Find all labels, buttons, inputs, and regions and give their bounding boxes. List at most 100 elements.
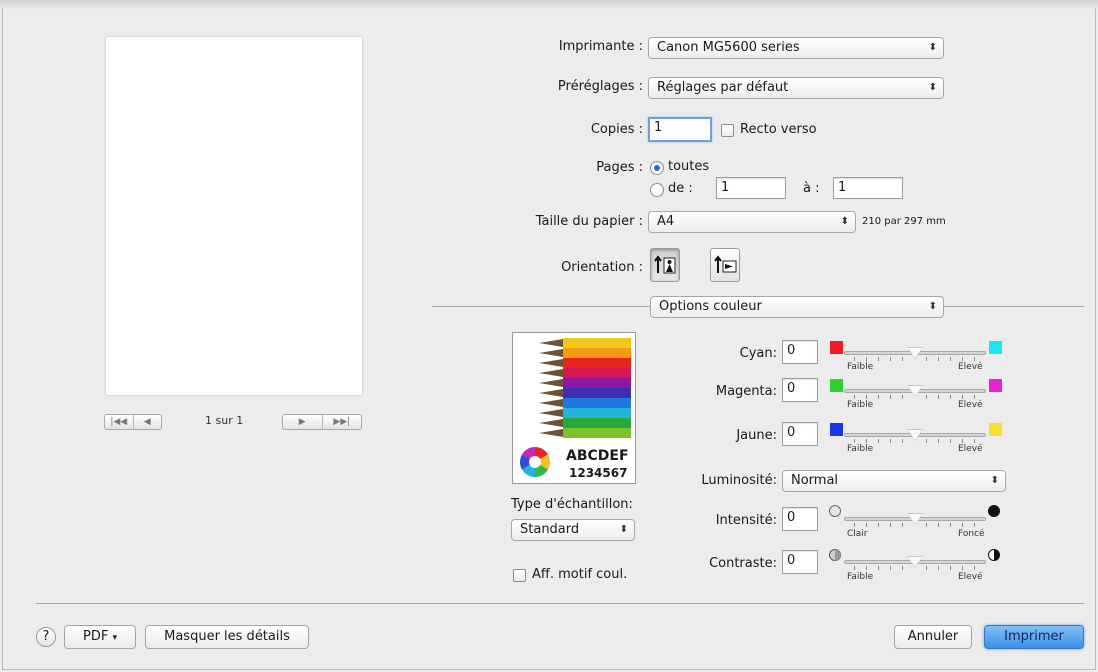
orientation-portrait-button[interactable]: [650, 248, 680, 282]
contrast-low-caption: Faible: [847, 572, 874, 582]
print-preview: [106, 37, 362, 395]
magenta-slider[interactable]: [844, 385, 986, 399]
page-indicator: 1 sur 1: [205, 414, 244, 427]
help-button[interactable]: ?: [36, 627, 56, 647]
yellow-low-swatch: [830, 423, 843, 436]
pages-to-label: à :: [803, 181, 820, 196]
paper-size-value: A4: [657, 214, 675, 229]
pages-range-radio[interactable]: [650, 183, 664, 197]
show-pattern-label: Aff. motif coul.: [532, 567, 628, 582]
pages-from-field[interactable]: 1: [716, 177, 786, 199]
yellow-high-caption: Elevé: [958, 444, 983, 454]
sample-type-label: Type d'échantillon:: [511, 497, 633, 512]
preview-nav-back: |◀◀ ◀: [104, 414, 162, 430]
dark-circle-icon: [988, 505, 1000, 517]
high-contrast-icon: [988, 549, 1000, 561]
brightness-select[interactable]: Normal ⬍: [782, 470, 1006, 492]
yellow-high-swatch: [989, 423, 1002, 436]
orientation-label: Orientation: [480, 260, 643, 275]
chevron-down-icon: ▾: [112, 633, 117, 643]
slider-thumb[interactable]: [907, 556, 923, 568]
next-page-button[interactable]: ▶: [283, 415, 322, 429]
cyan-label: Cyan:: [739, 346, 777, 361]
section-value: Options couleur: [659, 299, 762, 314]
magenta-field[interactable]: 0: [782, 378, 818, 402]
copies-field[interactable]: 1: [648, 117, 712, 142]
section-select[interactable]: Options couleur ⬍: [650, 296, 944, 318]
help-icon: ?: [42, 629, 50, 644]
intensity-field[interactable]: 0: [782, 507, 818, 531]
landscape-icon: [714, 255, 737, 273]
intensity-label: Intensité:: [715, 513, 777, 528]
intensity-slider[interactable]: [844, 513, 986, 527]
hide-details-button[interactable]: Masquer les détails: [145, 625, 309, 649]
contrast-high-caption: Elevé: [958, 572, 983, 582]
presets-value: Réglages par défaut: [657, 80, 789, 95]
slider-thumb[interactable]: [907, 385, 923, 397]
yellow-low-caption: Faible: [847, 444, 874, 454]
popup-arrows-icon: ⬍: [928, 82, 937, 93]
yellow-field[interactable]: 0: [782, 422, 818, 446]
duplex-checkbox[interactable]: [721, 124, 734, 137]
sample-text-letters: ABCDEF: [566, 448, 629, 464]
magenta-high-caption: Elevé: [958, 400, 983, 410]
paper-size-select[interactable]: A4 ⬍: [648, 211, 856, 233]
magenta-low-swatch: [830, 379, 843, 392]
contrast-field[interactable]: 0: [782, 550, 818, 574]
cyan-high-swatch: [989, 341, 1002, 354]
pages-all-radio[interactable]: [650, 161, 664, 175]
popup-arrows-icon: ⬍: [990, 475, 999, 486]
slider-thumb[interactable]: [907, 513, 923, 525]
slider-thumb[interactable]: [907, 347, 923, 359]
cyan-field[interactable]: 0: [782, 340, 818, 364]
pages-from-label: de :: [668, 181, 693, 196]
paper-dimensions: 210 par 297 mm: [862, 216, 946, 227]
low-contrast-icon: [829, 549, 841, 561]
contrast-label: Contraste:: [709, 556, 777, 571]
sample-type-value: Standard: [520, 522, 580, 537]
copies-label: Copies: [480, 122, 643, 137]
orientation-landscape-button[interactable]: [710, 248, 740, 282]
cyan-high-caption: Elevé: [958, 362, 983, 372]
presets-label: Préréglages: [480, 79, 643, 94]
intensity-high-caption: Foncé: [958, 529, 985, 539]
slider-thumb[interactable]: [907, 429, 923, 441]
printer-label: Imprimante: [480, 39, 643, 54]
show-pattern-checkbox[interactable]: [513, 569, 526, 582]
yellow-slider[interactable]: [844, 429, 986, 443]
cyan-low-caption: Faible: [847, 362, 874, 372]
print-button[interactable]: Imprimer: [984, 625, 1084, 649]
printer-select[interactable]: Canon MG5600 series ⬍: [648, 37, 944, 59]
intensity-low-caption: Clair: [847, 529, 868, 539]
last-page-button[interactable]: ▶▶|: [321, 415, 362, 429]
brightness-label: Luminosité:: [701, 473, 777, 488]
first-page-button[interactable]: |◀◀: [105, 415, 133, 429]
yellow-label: Jaune:: [736, 428, 777, 443]
contrast-slider[interactable]: [844, 556, 986, 570]
cyan-low-swatch: [830, 341, 843, 354]
popup-arrows-icon: ⬍: [928, 301, 937, 312]
popup-arrows-icon: ⬍: [928, 42, 937, 53]
cyan-slider[interactable]: [844, 347, 986, 361]
magenta-high-swatch: [989, 379, 1002, 392]
paper-size-label: Taille du papier: [480, 214, 643, 229]
cancel-button[interactable]: Annuler: [894, 625, 972, 649]
pdf-label: PDF: [83, 629, 109, 644]
sample-type-select[interactable]: Standard ⬍: [511, 519, 635, 541]
popup-arrows-icon: ⬍: [840, 216, 849, 227]
pages-all-label: toutes: [668, 159, 710, 174]
duplex-label: Recto verso: [740, 122, 817, 137]
magenta-label: Magenta:: [715, 384, 777, 399]
pdf-menu-button[interactable]: PDF ▾: [64, 625, 136, 649]
previous-page-button[interactable]: ◀: [132, 415, 162, 429]
brightness-value: Normal: [791, 473, 839, 488]
presets-select[interactable]: Réglages par défaut ⬍: [648, 77, 944, 99]
printer-value: Canon MG5600 series: [657, 40, 800, 55]
footer-separator: [36, 603, 1084, 604]
preview-nav-forward: ▶ ▶▶|: [282, 414, 362, 430]
pages-label: Pages: [480, 160, 643, 175]
sample-text-numbers: 1234567: [569, 466, 628, 480]
magenta-low-caption: Faible: [847, 400, 874, 410]
pages-to-field[interactable]: 1: [833, 177, 903, 199]
popup-arrows-icon: ⬍: [619, 524, 628, 535]
